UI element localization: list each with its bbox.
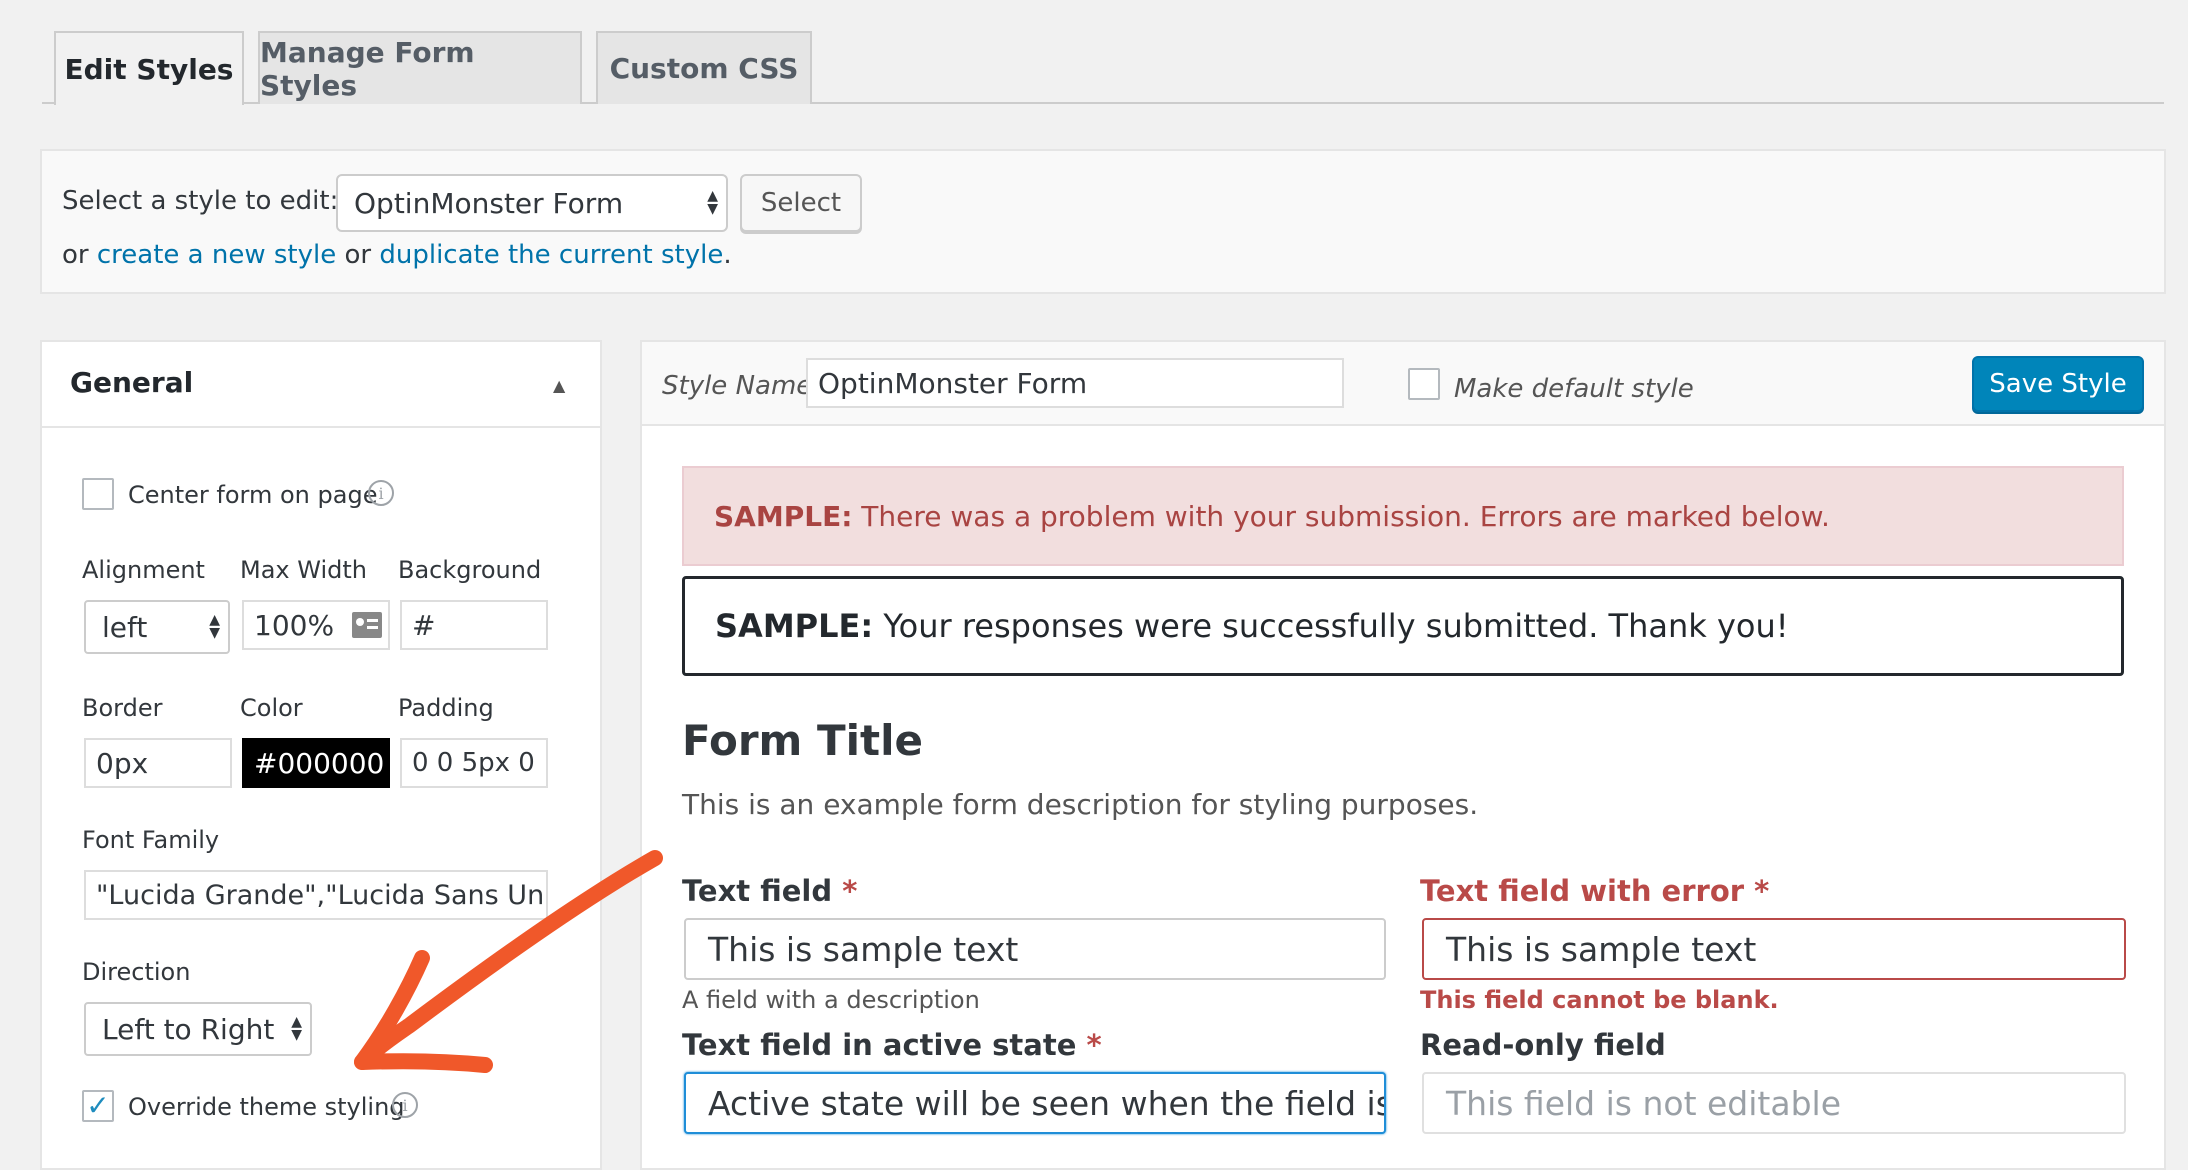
tab-label: Custom CSS (609, 52, 799, 85)
error-field-value: This is sample text (1446, 929, 1757, 969)
color-label: Color (240, 694, 303, 722)
active-field-label-text: Text field in active state (682, 1028, 1077, 1062)
style-select-value: OptinMonster Form (354, 186, 624, 220)
collapse-arrow-icon[interactable]: ▲ (553, 376, 565, 395)
create-style-link[interactable]: create a new style (97, 240, 336, 270)
id-card-icon (352, 612, 382, 638)
error-field-message: This field cannot be blank. (1420, 986, 1779, 1014)
center-form-label: Center form on page (128, 481, 378, 509)
background-value: # (412, 608, 436, 642)
active-field-input[interactable]: Active state will be seen when the field… (684, 1072, 1386, 1134)
make-default-label: Make default style (1454, 374, 1694, 404)
checkmark-icon: ✓ (86, 1089, 110, 1122)
tab-label: Manage Form Styles (260, 35, 475, 102)
override-theme-label: Override theme styling (128, 1093, 405, 1121)
tab-label: Edit Styles (64, 52, 234, 86)
style-name-label: Style Name (662, 371, 813, 401)
readonly-field-value: This field is not editable (1446, 1083, 1842, 1123)
padding-label: Padding (398, 694, 494, 722)
info-icon[interactable]: i (392, 1092, 418, 1118)
or-text: or (62, 240, 89, 270)
font-family-label: Font Family (82, 826, 220, 854)
save-style-button[interactable]: Save Style (1972, 356, 2144, 412)
annotation-arrow-icon (354, 850, 663, 1073)
readonly-field-input: This field is not editable (1422, 1072, 2126, 1134)
info-icon[interactable]: i (368, 480, 394, 506)
save-style-label: Save Style (1989, 369, 2127, 399)
duplicate-style-link[interactable]: duplicate the current style (379, 240, 723, 270)
alignment-value: left (102, 610, 148, 644)
success-prefix: SAMPLE: (715, 607, 874, 645)
error-prefix: SAMPLE: (714, 499, 853, 533)
style-select[interactable]: OptinMonster Form ▲ ▼ (336, 174, 728, 232)
color-value: #000000 (254, 746, 385, 780)
color-input[interactable]: #000000 (242, 738, 390, 788)
style-select-label: Select a style to edit: (62, 186, 339, 216)
error-field-input[interactable]: This is sample text (1422, 918, 2126, 980)
success-message: Your responses were successfully submitt… (883, 607, 1789, 645)
error-field-label: Text field with error * (1420, 874, 1769, 908)
override-theme-checkbox[interactable]: ✓ (82, 1090, 114, 1122)
readonly-field-label: Read-only field (1420, 1028, 1666, 1062)
border-input[interactable]: 0px (84, 738, 232, 788)
error-field-label-text: Text field with error (1420, 874, 1745, 908)
select-button[interactable]: Select (740, 174, 862, 232)
tab-manage-form-styles[interactable]: Manage Form Styles (258, 31, 582, 104)
text-field-description: A field with a description (682, 986, 980, 1014)
max-width-input[interactable]: 100% (242, 600, 390, 650)
make-default-checkbox[interactable] (1408, 368, 1440, 400)
error-message: There was a problem with your submission… (861, 499, 1830, 533)
alignment-label: Alignment (82, 556, 205, 584)
sample-error-alert: SAMPLE: There was a problem with your su… (682, 466, 2124, 566)
text-field-label-text: Text field (682, 874, 833, 908)
select-arrows-icon: ▲ ▼ (291, 1014, 302, 1043)
required-mark: * (1086, 1028, 1102, 1062)
style-name-value: OptinMonster Form (818, 366, 1088, 400)
active-field-value: Active state will be seen when the field… (708, 1083, 1386, 1123)
direction-label: Direction (82, 958, 191, 986)
sample-success-alert: SAMPLE: Your responses were successfully… (682, 576, 2124, 676)
required-mark: * (842, 874, 858, 908)
select-button-label: Select (760, 188, 842, 218)
style-links-line: or create a new style or duplicate the c… (62, 240, 732, 270)
alignment-select[interactable]: left ▲ ▼ (84, 600, 230, 654)
text-field-input[interactable]: This is sample text (684, 918, 1386, 980)
general-title: General (70, 366, 194, 399)
tab-edit-styles[interactable]: Edit Styles (54, 31, 244, 105)
text-field-label: Text field * (682, 874, 857, 908)
form-title: Form Title (682, 716, 923, 765)
max-width-value: 100% (254, 608, 335, 642)
required-mark: * (1754, 874, 1770, 908)
period-text: . (723, 240, 732, 270)
form-description: This is an example form description for … (682, 788, 1479, 821)
background-input[interactable]: # (400, 600, 548, 650)
border-value: 0px (96, 746, 149, 780)
select-arrows-icon: ▲ ▼ (707, 188, 718, 217)
or-text: or (344, 240, 372, 270)
border-label: Border (82, 694, 163, 722)
direction-value: Left to Right (102, 1012, 275, 1046)
direction-select[interactable]: Left to Right ▲ ▼ (84, 1002, 312, 1056)
padding-input[interactable]: 0 0 5px 0 (400, 738, 548, 788)
text-field-value: This is sample text (708, 929, 1019, 969)
center-form-checkbox[interactable] (82, 478, 114, 510)
style-name-input[interactable]: OptinMonster Form (806, 358, 1344, 408)
padding-value: 0 0 5px 0 (412, 748, 535, 778)
tab-custom-css[interactable]: Custom CSS (596, 31, 812, 104)
background-label: Background (398, 556, 542, 584)
select-arrows-icon: ▲ ▼ (209, 612, 220, 641)
active-field-label: Text field in active state * (682, 1028, 1102, 1062)
max-width-label: Max Width (240, 556, 367, 584)
